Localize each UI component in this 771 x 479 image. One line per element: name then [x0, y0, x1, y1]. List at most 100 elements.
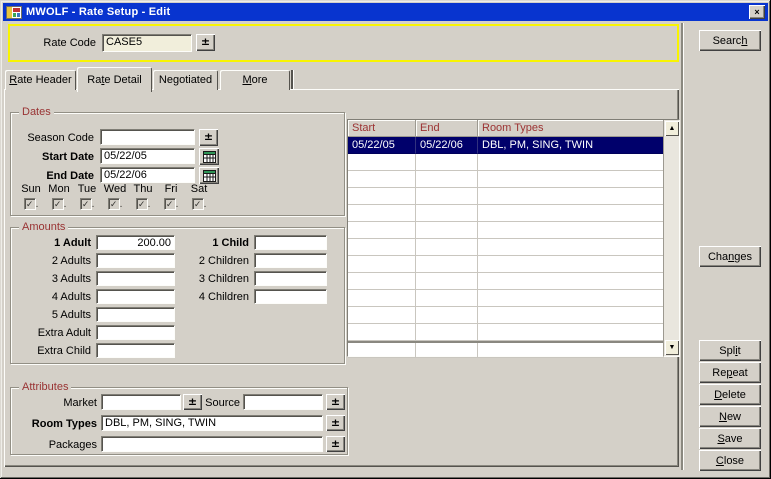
amount-3-children-input[interactable] — [254, 271, 327, 286]
search-button[interactable]: Search — [699, 30, 761, 51]
column-header-start[interactable]: Start — [348, 120, 416, 137]
amount-label: 5 Adults — [11, 309, 91, 321]
table-row[interactable] — [348, 290, 664, 307]
title-bar: MWOLF - Rate Setup - Edit × — [3, 3, 768, 21]
delete-button[interactable]: Delete — [699, 384, 761, 405]
amount-2-children-input[interactable] — [254, 253, 327, 268]
day-checkbox-tue[interactable]: ✓ — [80, 198, 92, 210]
amount-2-adults-input[interactable] — [96, 253, 175, 268]
rate-setup-window: MWOLF - Rate Setup - Edit × Rate Code CA… — [0, 0, 771, 479]
market-label: Market — [11, 397, 97, 409]
lov-arrow-icon: ± — [201, 35, 210, 48]
table-row[interactable] — [348, 239, 664, 256]
tab-negotiated[interactable]: Negotiated — [153, 70, 218, 90]
amount-extra-child-input[interactable] — [96, 343, 175, 358]
day-checkbox-sat[interactable]: ✓ — [192, 198, 204, 210]
end-date-calendar-button[interactable] — [199, 167, 219, 184]
start-date-label: Start Date — [11, 151, 94, 163]
calendar-icon — [203, 170, 216, 182]
amount-5-adults-input[interactable] — [96, 307, 175, 322]
rate-code-input[interactable]: CASE5 — [102, 34, 192, 52]
repeat-button[interactable]: Repeat — [699, 362, 761, 383]
dates-group-label: Dates — [19, 106, 54, 118]
season-code-label: Season Code — [11, 132, 94, 144]
table-row[interactable] — [348, 273, 664, 290]
packages-input[interactable] — [101, 436, 323, 452]
source-input[interactable] — [243, 394, 323, 410]
amount-label: 1 Child — [179, 237, 249, 249]
room-types-input[interactable]: DBL, PM, SING, TWIN — [101, 415, 323, 431]
amount-row-1-adult: 1 Adult 200.00 — [11, 235, 181, 250]
table-scrollbar[interactable]: ▲ ▼ — [663, 120, 679, 356]
source-label: Source — [202, 397, 240, 409]
lov-arrow-icon: ± — [331, 416, 340, 429]
start-date-calendar-button[interactable] — [199, 148, 219, 165]
table-row[interactable] — [348, 343, 664, 358]
day-checkbox-sun[interactable]: ✓ — [24, 198, 36, 210]
lov-arrow-icon: ± — [331, 395, 340, 408]
end-date-input[interactable]: 05/22/06 — [100, 167, 195, 183]
amount-row-4-children: 4 Children — [179, 289, 339, 304]
close-button[interactable]: × — [749, 5, 765, 19]
amount-row-2-children: 2 Children — [179, 253, 339, 268]
panel-divider — [681, 23, 683, 470]
packages-lov-button[interactable]: ± — [326, 436, 345, 452]
changes-button[interactable]: Changes — [699, 246, 761, 267]
market-lov-button[interactable]: ± — [183, 394, 202, 410]
split-button[interactable]: Split — [699, 340, 761, 361]
save-button[interactable]: Save — [699, 428, 761, 449]
day-checkbox-mon[interactable]: ✓ — [52, 198, 64, 210]
day-sat: Sat✓. — [185, 183, 213, 210]
end-date-label: End Date — [11, 170, 94, 182]
column-header-room-types[interactable]: Room Types — [478, 120, 664, 137]
amount-label: 4 Adults — [11, 291, 91, 303]
amount-3-adults-input[interactable] — [96, 271, 175, 286]
attributes-group-label: Attributes — [19, 381, 71, 393]
table-row[interactable] — [348, 188, 664, 205]
table-row[interactable] — [348, 154, 664, 171]
day-fri: Fri✓. — [157, 183, 185, 210]
amount-extra-adult-input[interactable] — [96, 325, 175, 340]
amount-row-3-adults: 3 Adults — [11, 271, 181, 286]
weekday-checkboxes: Sun✓.Mon✓.Tue✓.Wed✓.Thu✓.Fri✓.Sat✓. — [17, 183, 217, 210]
column-header-end[interactable]: End — [416, 120, 478, 137]
close-icon: × — [754, 7, 759, 17]
room-types-lov-button[interactable]: ± — [326, 415, 345, 431]
amount-1-adult-input[interactable]: 200.00 — [96, 235, 175, 250]
room-types-label: Room Types — [11, 418, 97, 430]
table-row[interactable] — [348, 222, 664, 239]
table-row[interactable] — [348, 205, 664, 222]
amount-1-child-input[interactable] — [254, 235, 327, 250]
market-input[interactable] — [101, 394, 181, 410]
day-checkbox-wed[interactable]: ✓ — [108, 198, 120, 210]
amount-row-extra-adult: Extra Adult — [11, 325, 181, 340]
table-row[interactable] — [348, 307, 664, 324]
day-checkbox-fri[interactable]: ✓ — [164, 198, 176, 210]
attributes-group: Attributes Market ± Source ± Room Types … — [10, 387, 348, 455]
table-row[interactable] — [348, 324, 664, 341]
rate-code-lov-button[interactable]: ± — [196, 34, 215, 51]
amount-4-adults-input[interactable] — [96, 289, 175, 304]
table-row-selected[interactable]: 05/22/05 05/22/06 DBL, PM, SING, TWIN — [348, 137, 664, 154]
new-button[interactable]: New — [699, 406, 761, 427]
scroll-up-button[interactable]: ▲ — [665, 121, 679, 136]
scroll-down-button[interactable]: ▼ — [665, 340, 679, 355]
tab-rate-header[interactable]: Rate Header — [5, 70, 76, 90]
app-icon — [6, 6, 22, 19]
amount-label: Extra Adult — [11, 327, 91, 339]
amount-4-children-input[interactable] — [254, 289, 327, 304]
table-row[interactable] — [348, 256, 664, 273]
season-code-input[interactable] — [100, 129, 195, 145]
source-lov-button[interactable]: ± — [326, 394, 345, 410]
amount-row-5-adults: 5 Adults — [11, 307, 181, 322]
tab-rate-detail[interactable]: Rate Detail — [77, 67, 152, 92]
close-action-button[interactable]: Close — [699, 450, 761, 471]
day-checkbox-thu[interactable]: ✓ — [136, 198, 148, 210]
table-row[interactable] — [348, 171, 664, 188]
start-date-input[interactable]: 05/22/05 — [100, 148, 195, 164]
season-code-lov-button[interactable]: ± — [199, 129, 218, 146]
amount-label: 2 Adults — [11, 255, 91, 267]
tab-more[interactable]: More — [220, 70, 290, 90]
day-sun: Sun✓. — [17, 183, 45, 210]
day-thu: Thu✓. — [129, 183, 157, 210]
